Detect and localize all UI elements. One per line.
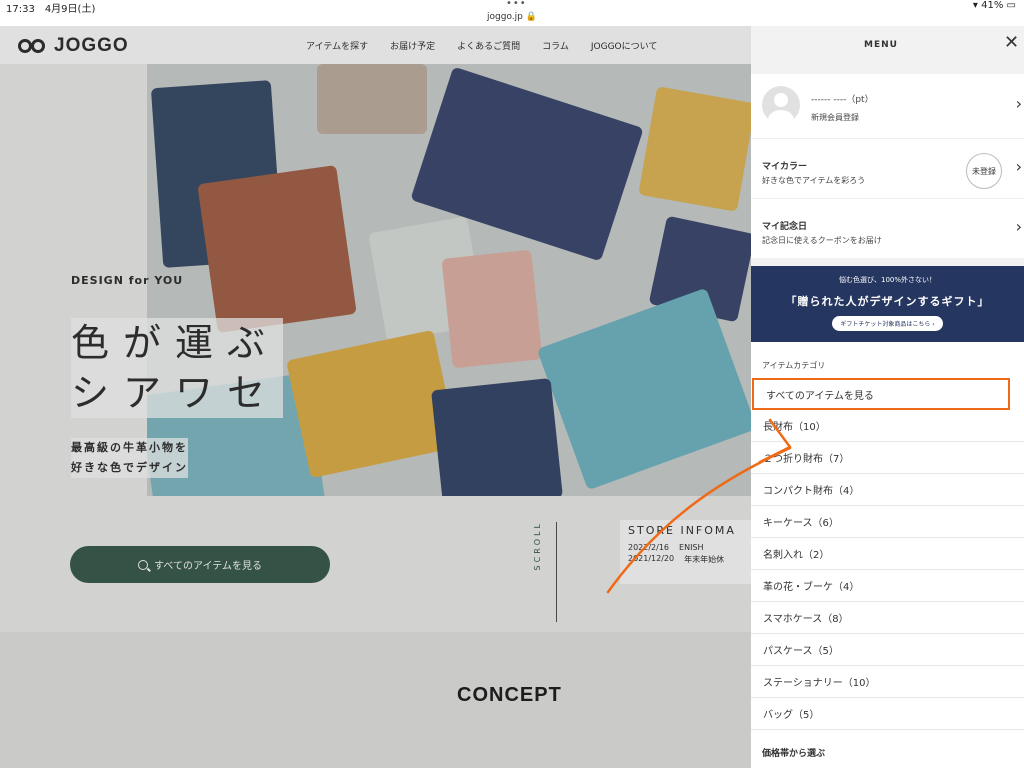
category-list: すべてのアイテムを見る 長財布（10） ２つ折り財布（7） コンパクト財布（4）… xyxy=(751,378,1024,730)
my-color-row[interactable]: マイカラー 好きな色でアイテムを彩ろう 未登録 › xyxy=(751,138,1024,198)
category-item-bag[interactable]: バッグ（5） xyxy=(751,698,1024,730)
price-range-label: 価格帯から選ぶ xyxy=(762,749,826,759)
gift-banner-headline: 「贈られた人がデザインするギフト」 xyxy=(785,295,990,308)
more-icon[interactable]: ••• xyxy=(506,0,527,9)
my-color-desc: 好きな色でアイテムを彩ろう xyxy=(762,176,866,185)
category-item-bifold-wallet[interactable]: ２つ折り財布（7） xyxy=(751,442,1024,474)
member-row[interactable]: ------ ----（pt） 新規会員登録 › xyxy=(751,74,1024,138)
status-bar: 17:33 4月9日(土) ••• joggo.jp 🔒 ▾ 41% ▭ xyxy=(0,0,1024,26)
drawer-title: MENU xyxy=(864,40,898,50)
drawer-header: MENU ✕ xyxy=(751,26,1024,74)
category-item-all[interactable]: すべてのアイテムを見る xyxy=(752,378,1010,410)
close-icon[interactable]: ✕ xyxy=(1004,32,1024,56)
address-bar[interactable]: joggo.jp 🔒 xyxy=(0,12,1024,22)
chevron-right-icon: › xyxy=(1015,217,1022,236)
anniversary-title: マイ記念日 xyxy=(762,222,808,232)
category-label: アイテムカテゴリ xyxy=(762,361,826,370)
anniversary-row[interactable]: マイ記念日 記念日に使えるクーポンをお届け › xyxy=(751,198,1024,258)
category-section: アイテムカテゴリ すべてのアイテムを見る 長財布（10） ２つ折り財布（7） コ… xyxy=(751,342,1024,768)
category-item-long-wallet[interactable]: 長財布（10） xyxy=(751,410,1024,442)
chevron-right-icon: › xyxy=(1015,157,1022,176)
my-color-status-badge: 未登録 xyxy=(966,153,1002,189)
chevron-right-icon: › xyxy=(1015,94,1022,113)
gift-ticket-button[interactable]: ギフトチケット対象商品はこちら › xyxy=(832,316,943,331)
category-item-compact-wallet[interactable]: コンパクト財布（4） xyxy=(751,474,1024,506)
category-item-card-case[interactable]: 名刺入れ（2） xyxy=(751,538,1024,570)
battery-level: 41% xyxy=(981,0,1004,11)
category-item-leather-flower[interactable]: 革の花・ブーケ（4） xyxy=(751,570,1024,602)
category-item-phone-case[interactable]: スマホケース（8） xyxy=(751,602,1024,634)
category-item-stationery[interactable]: ステーショナリー（10） xyxy=(751,666,1024,698)
member-register-link[interactable]: 新規会員登録 xyxy=(811,112,859,123)
category-item-key-case[interactable]: キーケース（6） xyxy=(751,506,1024,538)
my-color-title: マイカラー xyxy=(762,162,808,172)
category-item-pass-case[interactable]: パスケース（5） xyxy=(751,634,1024,666)
anniversary-desc: 記念日に使えるクーポンをお届け xyxy=(762,236,882,245)
gift-banner-tagline: 悩む色選び、100%外さない！ xyxy=(838,276,936,284)
member-name: ------ ----（pt） xyxy=(811,95,874,105)
gift-banner[interactable]: 悩む色選び、100%外さない！ 「贈られた人がデザインするギフト」 ギフトチケッ… xyxy=(751,266,1024,342)
drawer-backdrop[interactable] xyxy=(0,26,751,768)
battery-status: ▾ 41% ▭ xyxy=(972,0,1016,11)
avatar xyxy=(762,86,800,124)
menu-drawer: MENU ✕ ------ ----（pt） 新規会員登録 › マイカラー 好き… xyxy=(751,26,1024,768)
